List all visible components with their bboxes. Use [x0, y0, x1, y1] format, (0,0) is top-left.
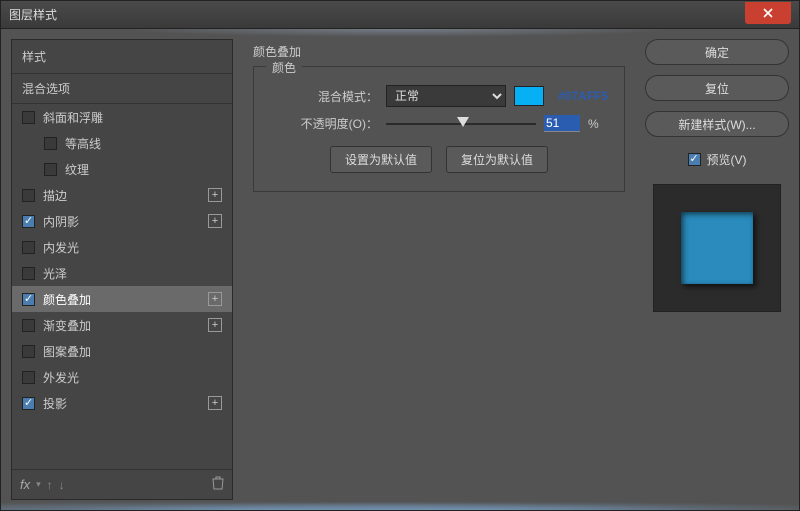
opacity-input[interactable] [544, 115, 580, 132]
fx-label[interactable]: fx [20, 477, 30, 492]
style-item-label: 图案叠加 [43, 343, 222, 360]
style-item-label: 光泽 [43, 265, 222, 282]
preview-swatch [681, 212, 753, 284]
move-down-icon[interactable]: ↓ [59, 478, 65, 492]
style-checkbox[interactable] [22, 241, 35, 254]
add-effect-icon[interactable]: + [208, 396, 222, 410]
opacity-row: 不透明度(O)： % [268, 115, 610, 132]
ok-button[interactable]: 确定 [645, 39, 789, 65]
new-style-button[interactable]: 新建样式(W)... [645, 111, 789, 137]
window-title: 图层样式 [9, 6, 745, 23]
dropdown-mini-icon[interactable]: ▾ [36, 479, 41, 490]
blend-options-heading[interactable]: 混合选项 [12, 73, 232, 104]
style-checkbox[interactable] [22, 293, 35, 306]
preview-checkbox-row[interactable]: 预览(V) [645, 151, 789, 168]
style-checkbox[interactable] [22, 345, 35, 358]
style-checkbox[interactable] [22, 215, 35, 228]
style-item[interactable]: 外发光 [12, 364, 232, 390]
style-item[interactable]: 纹理 [12, 156, 232, 182]
add-effect-icon[interactable]: + [208, 188, 222, 202]
color-fieldset: 颜色 混合模式： 正常 #07AFF5 不透明度(O)： [253, 66, 625, 192]
style-list: 斜面和浮雕等高线纹理描边+内阴影+内发光光泽颜色叠加+渐变叠加+图案叠加外发光投… [12, 104, 232, 469]
style-item[interactable]: 内阴影+ [12, 208, 232, 234]
add-effect-icon[interactable]: + [208, 292, 222, 306]
style-checkbox[interactable] [44, 163, 57, 176]
style-checkbox[interactable] [22, 111, 35, 124]
fieldset-legend: 颜色 [266, 59, 302, 76]
set-default-button[interactable]: 设置为默认值 [330, 146, 432, 173]
opacity-slider[interactable] [386, 116, 536, 132]
styles-panel: 样式 混合选项 斜面和浮雕等高线纹理描边+内阴影+内发光光泽颜色叠加+渐变叠加+… [11, 39, 233, 500]
style-item-label: 斜面和浮雕 [43, 109, 222, 126]
layer-style-dialog: 图层样式 样式 混合选项 斜面和浮雕等高线纹理描边+内阴影+内发光光泽颜色叠加+… [0, 0, 800, 511]
style-checkbox[interactable] [44, 137, 57, 150]
style-item[interactable]: 等高线 [12, 130, 232, 156]
dialog-body: 样式 混合选项 斜面和浮雕等高线纹理描边+内阴影+内发光光泽颜色叠加+渐变叠加+… [1, 29, 799, 510]
style-item[interactable]: 投影+ [12, 390, 232, 416]
style-item-label: 内发光 [43, 239, 222, 256]
styles-footer: fx ▾ ↑ ↓ [12, 469, 232, 499]
style-item[interactable]: 内发光 [12, 234, 232, 260]
titlebar[interactable]: 图层样式 [1, 1, 799, 29]
style-item[interactable]: 斜面和浮雕 [12, 104, 232, 130]
blend-mode-label: 混合模式： [268, 88, 378, 105]
preview-box [653, 184, 781, 312]
styles-heading[interactable]: 样式 [12, 40, 232, 73]
preview-label: 预览(V) [707, 151, 747, 168]
style-item-label: 描边 [43, 187, 208, 204]
reset-default-button[interactable]: 复位为默认值 [446, 146, 548, 173]
move-up-icon[interactable]: ↑ [47, 478, 53, 492]
add-effect-icon[interactable]: + [208, 318, 222, 332]
color-swatch[interactable] [514, 86, 544, 106]
style-item-label: 投影 [43, 395, 208, 412]
style-item[interactable]: 描边+ [12, 182, 232, 208]
trash-icon[interactable] [212, 476, 224, 493]
preview-checkbox[interactable] [688, 153, 701, 166]
close-icon [763, 8, 773, 18]
hex-value: #07AFF5 [558, 89, 608, 103]
opacity-label: 不透明度(O)： [268, 115, 378, 132]
add-effect-icon[interactable]: + [208, 214, 222, 228]
blend-mode-row: 混合模式： 正常 #07AFF5 [268, 85, 610, 107]
style-item-label: 颜色叠加 [43, 291, 208, 308]
slider-thumb-icon[interactable] [457, 117, 469, 127]
reset-button[interactable]: 复位 [645, 75, 789, 101]
close-button[interactable] [745, 2, 791, 24]
style-item-label: 内阴影 [43, 213, 208, 230]
style-item[interactable]: 颜色叠加+ [12, 286, 232, 312]
style-item-label: 渐变叠加 [43, 317, 208, 334]
style-checkbox[interactable] [22, 267, 35, 280]
opacity-unit: % [588, 117, 599, 131]
style-item-label: 等高线 [65, 135, 222, 152]
style-item-label: 纹理 [65, 161, 222, 178]
style-item-label: 外发光 [43, 369, 222, 386]
default-buttons-row: 设置为默认值 复位为默认值 [268, 146, 610, 173]
style-checkbox[interactable] [22, 371, 35, 384]
blend-mode-select[interactable]: 正常 [386, 85, 506, 107]
style-checkbox[interactable] [22, 319, 35, 332]
style-item[interactable]: 渐变叠加+ [12, 312, 232, 338]
style-checkbox[interactable] [22, 397, 35, 410]
settings-panel: 颜色叠加 颜色 混合模式： 正常 #07AFF5 不透明度(O)： [243, 39, 635, 500]
style-item[interactable]: 图案叠加 [12, 338, 232, 364]
section-title: 颜色叠加 [253, 43, 625, 60]
style-item[interactable]: 光泽 [12, 260, 232, 286]
right-panel: 确定 复位 新建样式(W)... 预览(V) [645, 39, 789, 500]
style-checkbox[interactable] [22, 189, 35, 202]
